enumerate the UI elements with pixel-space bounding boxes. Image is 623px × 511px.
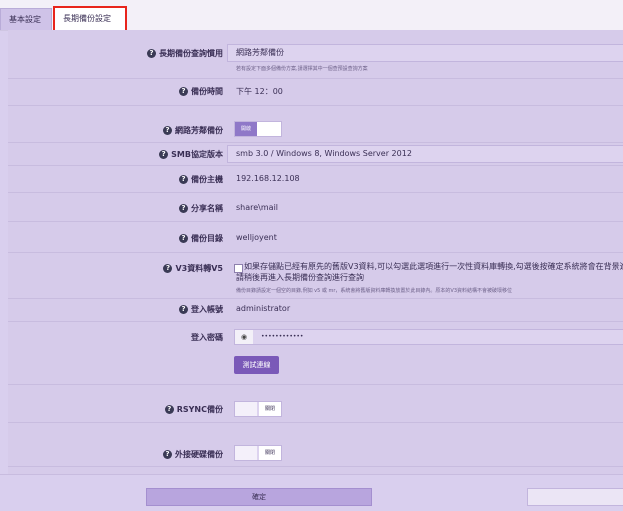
label-text: RSYNC備份: [176, 405, 223, 414]
v3-convert-hint: 備份目錄請設定一個空的目錄,例如 v5 或 mr，系統會將舊版資料庫轉換放置於此…: [236, 288, 513, 294]
share-name-input[interactable]: share\mail: [236, 203, 278, 212]
toggle-knob: [235, 402, 257, 416]
smb-version-select[interactable]: smb 3.0 / Windows 8, Windows Server 2012: [227, 145, 623, 163]
toggle-knob: [235, 446, 257, 460]
label-text: 備份目錄: [191, 234, 223, 243]
v3-convert-text-line1: 如果存儲點已經有原先的舊版V3資料,可以勾選此選項進行一次性資料庫轉換,勾選後按…: [244, 262, 623, 271]
tab-long-term-backup[interactable]: 長期備份設定: [53, 6, 127, 32]
settings-panel: ? 長期備份查詢慣用 網路芳鄰備份 若有設定下面多個備份方案,請選擇其中一個查預設…: [8, 30, 623, 474]
label-text: 長期備份查詢慣用: [159, 49, 223, 58]
label-text: 分享名稱: [191, 204, 223, 213]
row-backup-dir: ? 備份目錄 welljoyent: [8, 222, 623, 253]
row-share-name: ? 分享名稱 share\mail: [8, 193, 623, 222]
query-habit-select[interactable]: 網路芳鄰備份: [227, 44, 623, 62]
rsync-backup-toggle[interactable]: 關閉: [234, 401, 282, 417]
label-text: 網路芳鄰備份: [175, 126, 223, 135]
tab-bar: 基本設定 長期備份設定: [0, 0, 623, 32]
tab-basic-settings[interactable]: 基本設定: [0, 8, 52, 30]
toggle-off-label: 關閉: [259, 402, 281, 416]
row-smb-version: ? SMB協定版本 smb 3.0 / Windows 8, Windows Se…: [8, 143, 623, 166]
label-text: V3資料轉V5: [175, 264, 223, 273]
smb-backup-toggle[interactable]: 開啟: [234, 121, 282, 137]
label-backup-time: ? 備份時間: [23, 86, 223, 97]
label-text: 外接硬碟備份: [175, 450, 223, 459]
label-smb-backup: ? 網路芳鄰備份: [23, 125, 223, 136]
row-rsync-backup: ? RSYNC備份 關閉: [8, 392, 623, 423]
label-backup-dir: ? 備份目錄: [23, 233, 223, 244]
password-value: ••••••••••••: [261, 333, 304, 340]
secondary-button[interactable]: [527, 488, 623, 506]
question-circle-icon[interactable]: ?: [164, 405, 174, 414]
label-backup-host: ? 備份主機: [23, 174, 223, 185]
row-backup-time: ? 備份時間 下午 12：00: [8, 79, 623, 106]
question-circle-icon[interactable]: ?: [163, 450, 172, 459]
external-backup-toggle[interactable]: 關閉: [234, 445, 282, 461]
confirm-button[interactable]: 確定: [146, 488, 372, 506]
login-account-input[interactable]: administrator: [236, 304, 290, 313]
question-circle-icon[interactable]: ?: [179, 234, 188, 243]
label-text: 備份時間: [191, 87, 223, 96]
window: 基本設定 長期備份設定 ? 長期備份查詢慣用 網路芳鄰備份 若有設定下面多個備份方…: [0, 0, 623, 511]
backup-time-value[interactable]: 下午 12：00: [236, 86, 283, 97]
row-login-password: 登入密碼 ◉ •••••••••••• 測試連線: [8, 322, 623, 385]
test-connection-button[interactable]: 測試連線: [234, 356, 279, 374]
row-smb-backup: ? 網路芳鄰備份 開啟: [8, 118, 623, 143]
question-circle-icon[interactable]: ?: [179, 175, 188, 184]
label-rsync-backup: ? RSYNC備份: [23, 404, 223, 415]
label-smb-version: ? SMB協定版本: [23, 149, 223, 160]
label-share-name: ? 分享名稱: [23, 203, 223, 214]
query-habit-hint: 若有設定下面多個備份方案,請選擇其中一個查預設查詢方案: [236, 66, 368, 72]
row-external-backup: ? 外接硬碟備份 關閉: [8, 436, 623, 467]
backup-host-input[interactable]: 192.168.12.108: [236, 174, 300, 183]
question-circle-icon[interactable]: ?: [179, 305, 188, 314]
question-circle-icon[interactable]: ?: [147, 49, 156, 58]
label-v3-convert: ? V3資料轉V5: [23, 263, 223, 274]
label-text: 登入帳號: [191, 305, 223, 314]
row-login-account: ? 登入帳號 administrator: [8, 299, 623, 322]
label-query-habit: ? 長期備份查詢慣用: [23, 48, 223, 59]
label-text: SMB協定版本: [171, 150, 223, 159]
question-circle-icon[interactable]: ?: [159, 150, 169, 159]
label-login-account: ? 登入帳號: [23, 304, 223, 315]
v3-convert-text-line2: 請稍後再進入長期備份查詢進行查詢: [236, 273, 364, 282]
backup-dir-input[interactable]: welljoyent: [236, 233, 277, 242]
question-circle-icon[interactable]: ?: [163, 126, 172, 135]
row-v3-convert: ? V3資料轉V5 如果存儲點已經有原先的舊版V3資料,可以勾選此選項進行一次性資…: [8, 253, 623, 299]
eye-icon[interactable]: ◉: [235, 330, 253, 344]
label-login-password: 登入密碼: [23, 332, 223, 343]
question-circle-icon[interactable]: ?: [179, 204, 188, 213]
row-backup-host: ? 備份主機 192.168.12.108: [8, 166, 623, 193]
label-text: 登入密碼: [191, 333, 223, 342]
question-circle-icon[interactable]: ?: [163, 264, 173, 273]
label-text: 備份主機: [191, 175, 223, 184]
label-external-backup: ? 外接硬碟備份: [23, 449, 223, 460]
password-field[interactable]: ◉ ••••••••••••: [234, 329, 623, 345]
toggle-on-label: 開啟: [235, 122, 257, 136]
question-circle-icon[interactable]: ?: [179, 87, 188, 96]
row-query-habit: ? 長期備份查詢慣用 網路芳鄰備份 若有設定下面多個備份方案,請選擇其中一個查預設…: [8, 40, 623, 79]
toggle-off-label: 關閉: [259, 446, 281, 460]
